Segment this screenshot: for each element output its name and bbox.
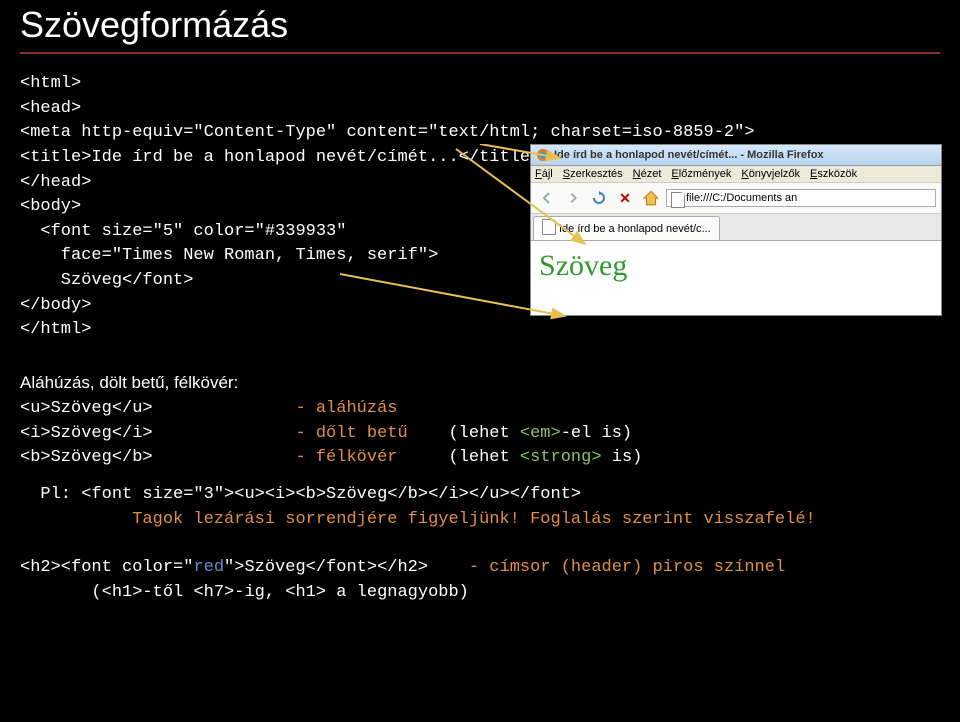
reload-button[interactable] <box>588 187 610 209</box>
menubar: Fájl Szerkesztés Nézet Előzmények Könyvj… <box>531 166 941 183</box>
tabbar: Ide írd be a honlapod nevét/c... <box>531 214 941 241</box>
firefox-icon <box>536 148 550 162</box>
tab-label: Ide írd be a honlapod nevét/c... <box>559 223 711 235</box>
home-button[interactable] <box>640 187 662 209</box>
subtitle: Aláhúzás, dölt betű, félkövér: <box>20 373 930 393</box>
h2-row: <h2><font color="red">Szöveg</font></h2>… <box>20 556 930 605</box>
menu-bookmarks[interactable]: Könyvjelzők <box>741 168 800 180</box>
window-title: Ide írd be a honlapod nevét/címét... - M… <box>554 149 824 161</box>
back-button[interactable] <box>536 187 558 209</box>
page-content: Szöveg <box>531 241 941 316</box>
menu-history[interactable]: Előzmények <box>671 168 731 180</box>
page-title: Szövegformázás <box>20 4 930 52</box>
url-bar[interactable]: file:///C:/Documents an <box>666 189 936 207</box>
format-examples: <u>Szöveg</u> - aláhúzás <i>Szöveg</i> -… <box>20 397 930 471</box>
stop-button[interactable]: ✕ <box>614 187 636 209</box>
page-icon <box>671 192 683 204</box>
tab-icon <box>542 219 556 238</box>
browser-window: Ide írd be a honlapod nevét/címét... - M… <box>530 144 942 316</box>
menu-tools[interactable]: Eszközök <box>810 168 857 180</box>
tab[interactable]: Ide írd be a honlapod nevét/c... <box>533 216 720 240</box>
menu-file[interactable]: Fájl <box>535 168 553 180</box>
title-underline <box>20 52 940 54</box>
menu-edit[interactable]: Szerkesztés <box>563 168 623 180</box>
titlebar: Ide írd be a honlapod nevét/címét... - M… <box>531 145 941 166</box>
forward-button[interactable] <box>562 187 584 209</box>
url-text: file:///C:/Documents an <box>686 192 797 204</box>
toolbar: ✕ file:///C:/Documents an <box>531 183 941 214</box>
menu-view[interactable]: Nézet <box>633 168 662 180</box>
example-row: Pl: <font size="3"><u><i><b>Szöveg</b></… <box>20 483 930 532</box>
